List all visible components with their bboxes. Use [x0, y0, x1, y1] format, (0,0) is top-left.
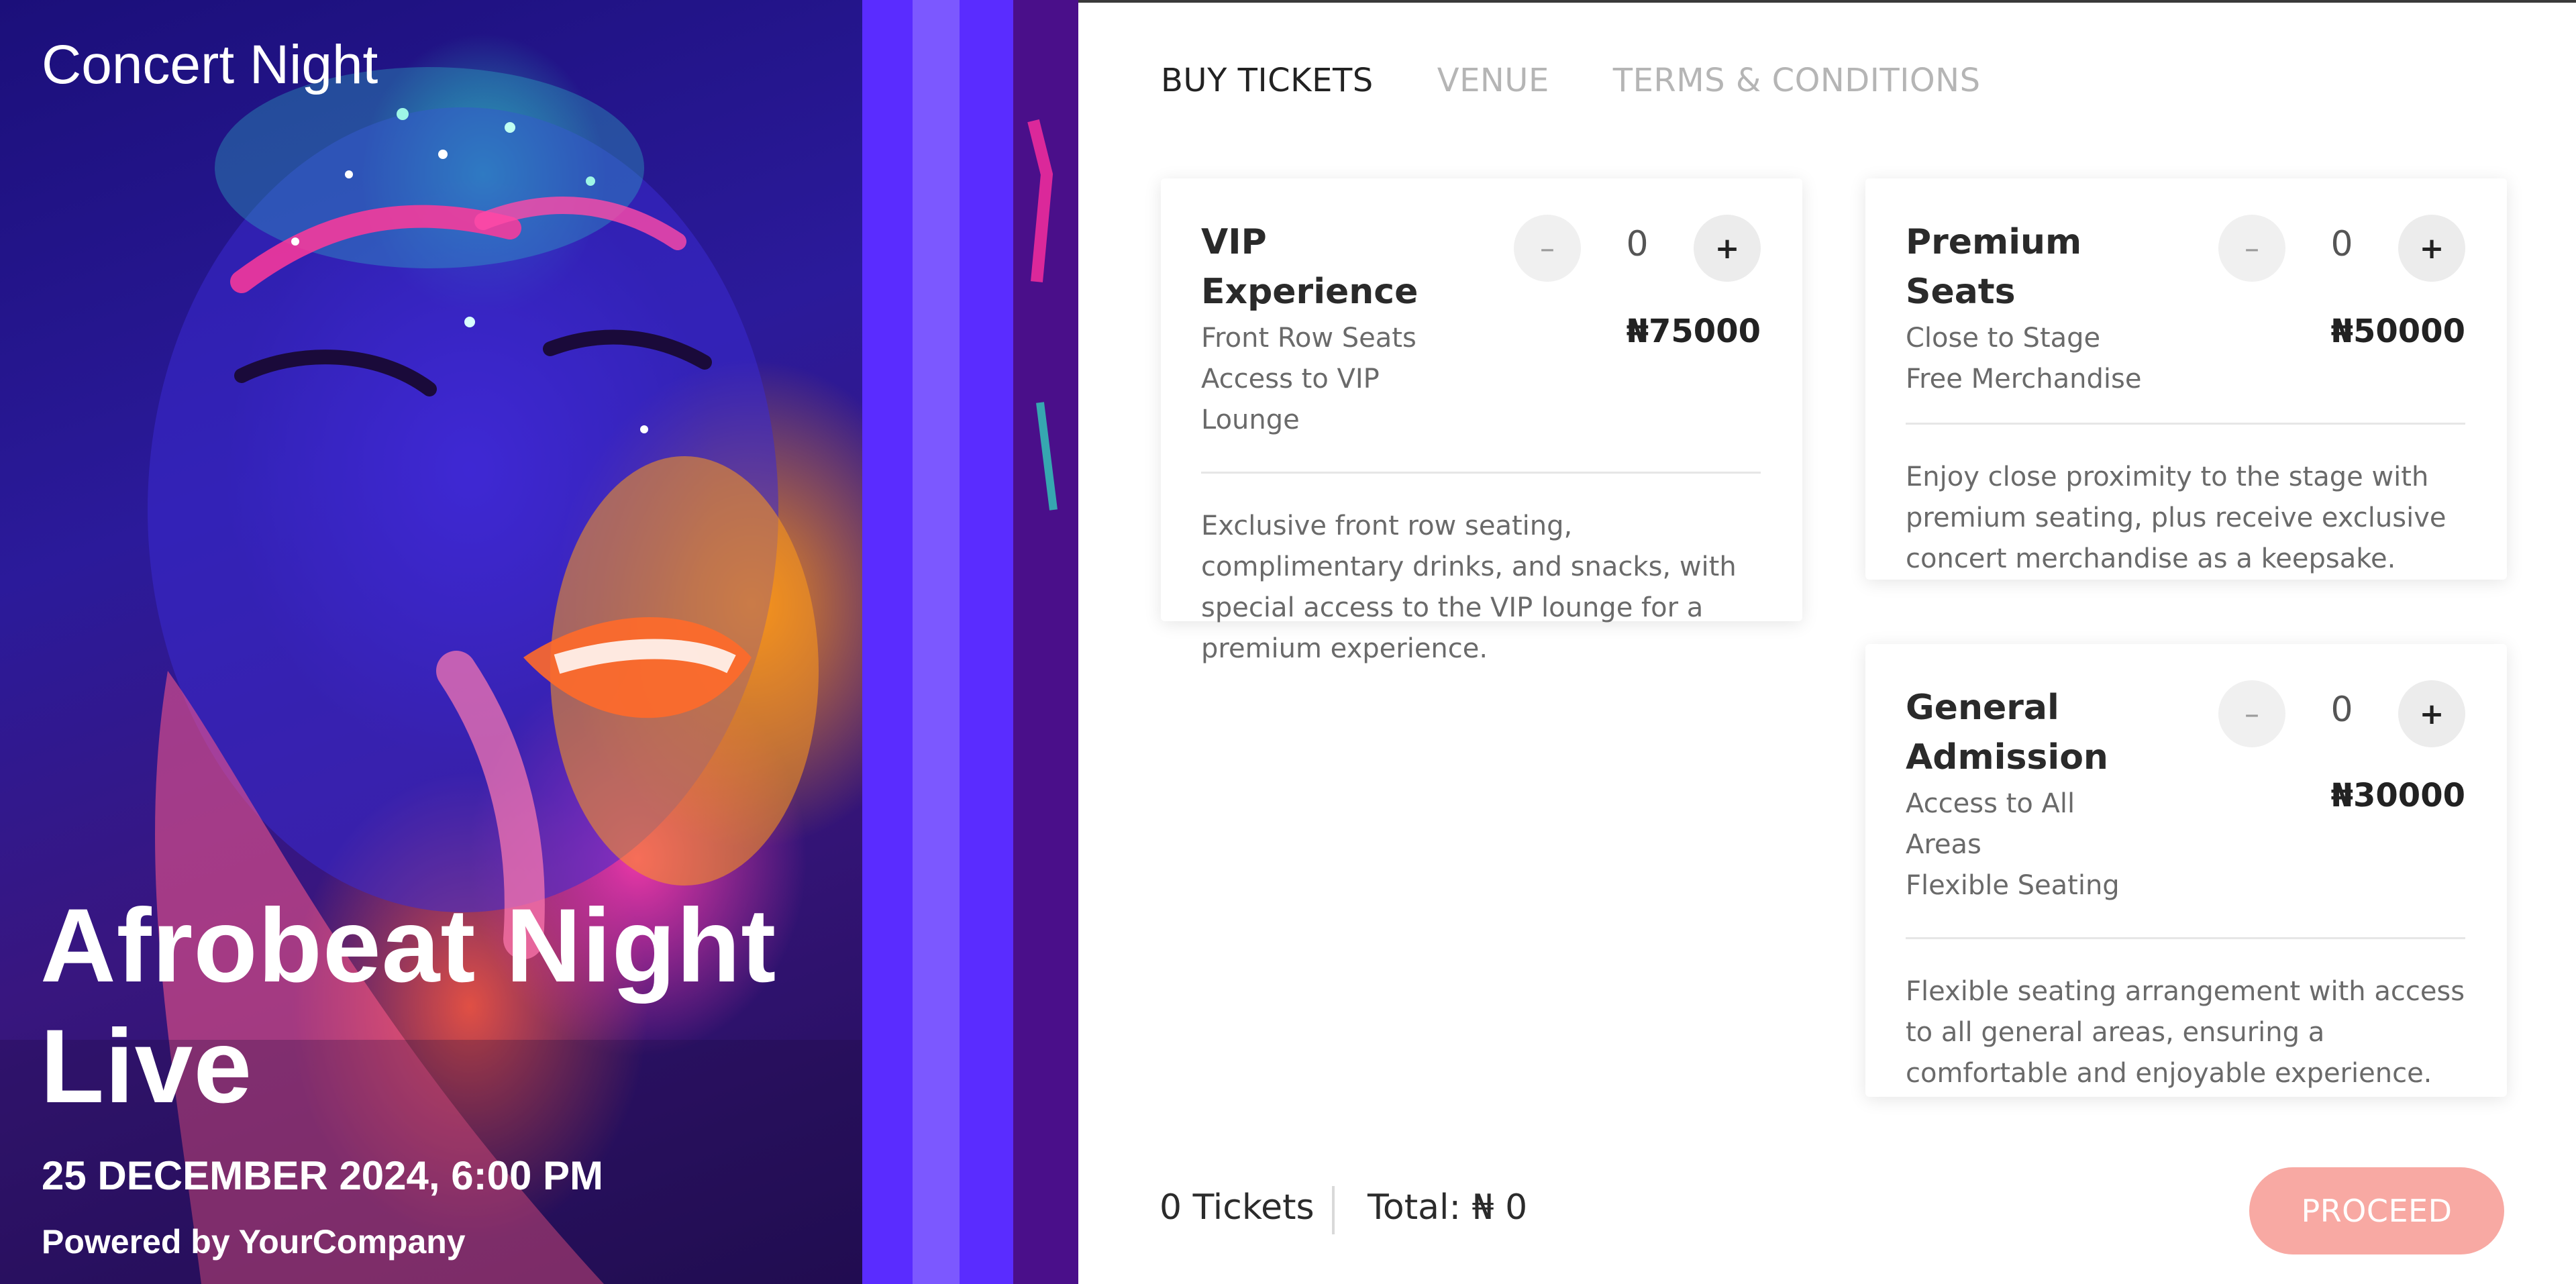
- footer-divider: [1332, 1186, 1335, 1234]
- order-total: Total: ₦ 0: [1368, 1187, 1528, 1228]
- event-headline: Afrobeat Night Live: [40, 888, 777, 1125]
- ticket-title: VIP Experience: [1201, 222, 1419, 312]
- ticket-price: ₦30000: [2330, 777, 2465, 814]
- quantity-value: 0: [2330, 224, 2353, 264]
- quantity-value: 0: [1626, 224, 1649, 264]
- ticket-feature: Free Merchandise: [1906, 364, 2142, 394]
- ticket-price: ₦50000: [2330, 313, 2465, 350]
- ticket-card-vip: VIP Experience Front Row Seats Access to…: [1161, 178, 1802, 664]
- quantity-stepper: – 0 +: [1514, 215, 1761, 284]
- tab-buy-tickets[interactable]: BUY TICKETS: [1161, 62, 1374, 99]
- ticket-feature: Lounge: [1201, 405, 1300, 435]
- ticket-feature: Access to All Areas: [1906, 788, 2075, 860]
- ticket-feature: Flexible Seating: [1906, 870, 2120, 901]
- ticket-count: 0 Tickets: [1160, 1187, 1315, 1228]
- ticket-card-general: General Admission Access to All Areas Fl…: [1865, 644, 2507, 1097]
- ticket-tabs: BUY TICKETS VENUE TERMS & CONDITIONS: [1161, 62, 2045, 99]
- quantity-stepper: – 0 +: [2218, 680, 2465, 750]
- proceed-button[interactable]: PROCEED: [2249, 1167, 2504, 1254]
- increment-button[interactable]: +: [2398, 215, 2465, 282]
- ticket-feature: Close to Stage: [1906, 323, 2101, 354]
- brand-name: Concert Night: [42, 34, 378, 95]
- divider: [1201, 472, 1761, 474]
- quantity-value: 0: [2330, 690, 2353, 730]
- powered-by-text: Powered by YourCompany: [42, 1223, 466, 1261]
- decrement-button[interactable]: –: [2218, 215, 2285, 282]
- ticket-feature: Access to VIP: [1201, 364, 1380, 394]
- quantity-stepper: – 0 +: [2218, 215, 2465, 284]
- tab-venue[interactable]: VENUE: [1437, 62, 1549, 99]
- ticket-description: Exclusive front row seating, complimenta…: [1201, 511, 1737, 664]
- decrement-button[interactable]: –: [1514, 215, 1581, 282]
- ticket-title: Premium Seats: [1906, 222, 2082, 312]
- ticket-description: Enjoy close proximity to the stage with …: [1906, 462, 2446, 574]
- ticket-description: Flexible seating arrangement with access…: [1906, 976, 2465, 1089]
- increment-button[interactable]: +: [2398, 680, 2465, 747]
- ticket-feature: Front Row Seats: [1201, 323, 1416, 354]
- event-date: 25 DECEMBER 2024, 6:00 PM: [42, 1153, 604, 1198]
- divider: [1906, 423, 2465, 425]
- tab-terms-conditions[interactable]: TERMS & CONDITIONS: [1613, 62, 1981, 99]
- decrement-button[interactable]: –: [2218, 680, 2285, 747]
- ticket-price: ₦75000: [1626, 313, 1761, 350]
- divider: [1906, 937, 2465, 939]
- hero-banner: Concert Night Afrobeat Night Live 25 DEC…: [0, 0, 1078, 1284]
- ticket-title: General Admission: [1906, 688, 2108, 778]
- ticket-card-premium: Premium Seats Close to Stage Free Mercha…: [1865, 178, 2507, 580]
- increment-button[interactable]: +: [1694, 215, 1761, 282]
